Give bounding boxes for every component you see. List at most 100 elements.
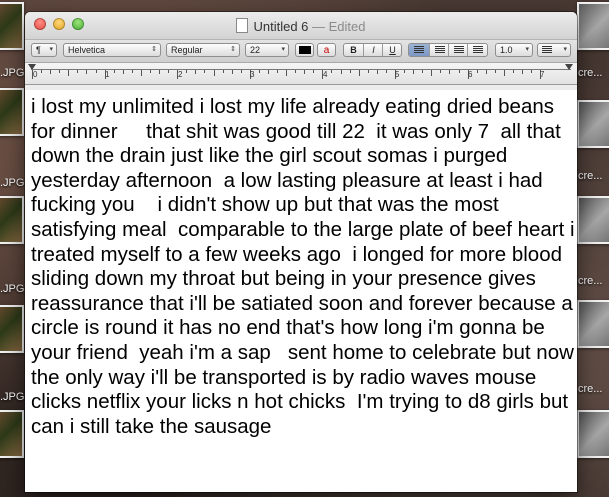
document-icon [236,18,249,33]
ruler-tick [476,70,478,73]
desktop-thumbnail[interactable] [577,300,609,348]
bold-button[interactable]: B [344,44,363,56]
desktop-thumbnail[interactable] [577,410,609,458]
desktop-thumbnail[interactable] [577,2,609,50]
ruler-tick [404,70,406,73]
align-left-button[interactable] [409,44,429,56]
align-right-button[interactable] [448,44,468,56]
ruler-label: 0 [33,70,38,79]
ruler-tick [213,70,215,76]
file-label: .JPG [0,177,25,189]
ruler-tick [168,70,170,73]
ruler-label: 1 [105,70,110,79]
alignment-segmented-control [408,43,488,57]
format-bar: ¶ ▾ Helvetica ⇕ Regular ⇕ 22 ▾ a B I U 1. [25,40,577,63]
highlight-icon: a [323,45,330,56]
ruler-tick [277,70,279,73]
font-size-field[interactable]: 22 ▾ [245,43,289,57]
text-color-well[interactable] [295,43,314,57]
desktop-thumbnail[interactable] [0,196,24,244]
file-label: cre... [578,383,603,395]
desktop-thumbnail[interactable] [0,305,24,353]
file-label: .JPG [0,67,25,79]
ruler-tick [59,70,61,73]
desktop-thumbnail[interactable] [577,196,609,244]
ruler-tick [159,70,161,74]
title-bar[interactable]: Untitled 6 — Edited [25,12,577,40]
ruler-tick [349,70,351,73]
ruler-tick [449,70,451,74]
font-family-popup[interactable]: Helvetica ⇕ [63,43,161,57]
paragraph-style-popup[interactable]: ¶ ▾ [31,43,57,57]
desktop-thumbnail[interactable] [0,2,24,50]
ruler-tick [531,70,533,73]
justify-button[interactable] [467,44,487,56]
ruler-tick [431,70,433,76]
ruler-tick [240,70,242,73]
file-label: cre... [578,170,603,182]
ruler-tick [503,70,505,76]
ruler-baseline [31,69,571,70]
ruler-tick [440,70,442,73]
window-title: Untitled 6 — Edited [25,18,577,34]
ruler-tick [186,70,188,73]
underline-button[interactable]: U [382,44,401,56]
ruler-tick [313,70,315,73]
edited-status: Edited [328,19,366,34]
highlight-color-well[interactable]: a [317,43,336,57]
document-area[interactable]: i lost my unlimited i lost my life alrea… [25,90,577,492]
ruler-tick [149,70,151,73]
ruler-tick [222,70,224,73]
list-icon [542,46,552,53]
ruler-tick [413,70,415,74]
document-name: Untitled 6 [253,19,309,34]
ruler-tick [367,70,369,73]
ruler-tick [195,70,197,74]
ruler-tick [422,70,424,73]
right-margin-marker[interactable] [565,64,573,70]
ruler-tick [286,70,288,76]
ruler-tick [358,70,360,76]
ruler-tick [376,70,378,74]
file-label: cre... [578,67,603,79]
ruler-tick [68,70,70,76]
file-label: .JPG [0,283,25,295]
ruler-tick [258,70,260,73]
ruler-tick [385,70,387,73]
ruler-label: 2 [178,70,183,79]
ruler[interactable]: 0 1 2 3 4 5 6 7 [25,63,577,85]
align-right-icon [453,46,464,53]
line-spacing-popup[interactable]: 1.0 ▾ [495,43,533,57]
ruler-tick [231,70,233,74]
list-style-popup[interactable]: ▾ [537,43,571,57]
typeface-popup[interactable]: Regular ⇕ [166,43,240,57]
ruler-tick [340,70,342,74]
ruler-tick [267,70,269,74]
ruler-tick [86,70,88,74]
desktop-thumbnail[interactable] [577,100,609,148]
ruler-label: 7 [540,70,545,79]
desktop-thumbnail[interactable] [0,88,24,136]
title-separator: — [312,19,326,34]
ruler-tick [331,70,333,73]
ruler-tick [522,70,524,74]
italic-button[interactable]: I [363,44,383,56]
align-center-button[interactable] [429,44,449,56]
ruler-tick [304,70,306,74]
font-family-value: Helvetica [68,45,106,55]
typeface-value: Regular [171,45,203,55]
ruler-tick [295,70,297,73]
desktop-thumbnail[interactable] [0,410,24,458]
color-swatch [299,46,311,54]
ruler-tick [113,70,115,73]
ruler-tick [512,70,514,73]
document-text[interactable]: i lost my unlimited i lost my life alrea… [25,90,577,439]
font-size-value: 22 [250,45,261,55]
ruler-tick [122,70,124,74]
file-label: .JPG [0,391,25,403]
ruler-label: 5 [395,70,400,79]
ruler-label: 4 [323,70,328,79]
ruler-tick [131,70,133,73]
align-left-icon [414,46,424,53]
ruler-tick [485,70,487,74]
